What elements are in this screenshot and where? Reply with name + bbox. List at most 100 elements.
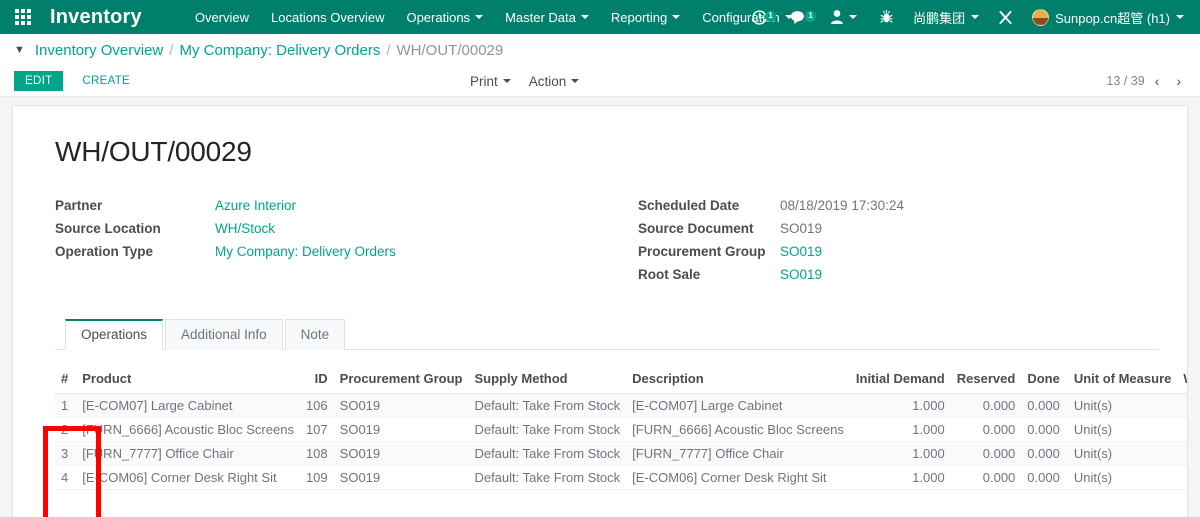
pager-counter[interactable]: 13 / 39 <box>1106 74 1144 88</box>
menu-overview[interactable]: Overview <box>184 2 260 33</box>
edit-button[interactable]: EDIT <box>14 71 63 91</box>
total-spacer <box>1066 490 1178 516</box>
table-row[interactable]: 4 [E-COM06] Corner Desk Right Sit 109 SO… <box>55 466 1188 490</box>
close-shortcut-button[interactable] <box>987 10 1024 25</box>
print-dropdown-label: Print <box>470 74 498 89</box>
company-switcher[interactable]: 尚鹏集团 <box>905 8 987 27</box>
table-row[interactable]: 3 [FURN_7777] Office Chair 108 SO019 Def… <box>55 442 1188 466</box>
table-row[interactable]: 2 [FURN_6666] Acoustic Bloc Screens 107 … <box>55 418 1188 442</box>
tab-note[interactable]: Note <box>285 319 346 350</box>
cell-weight-demand: 0.00 <box>1177 418 1188 442</box>
chevron-down-icon[interactable]: ▼ <box>14 45 25 56</box>
total-spacer <box>300 490 334 516</box>
cell-index: 4 <box>55 466 76 490</box>
col-header-id[interactable]: ID <box>300 368 334 394</box>
create-button[interactable]: CREATE <box>71 71 141 91</box>
col-header-description[interactable]: Description <box>626 368 850 394</box>
tab-operations[interactable]: Operations <box>65 319 163 350</box>
app-brand-title[interactable]: Inventory <box>46 6 152 29</box>
user-icon <box>830 9 844 25</box>
cell-done: 0.000 <box>1021 442 1066 466</box>
col-header-unit-of-measure[interactable]: Unit of Measure <box>1066 368 1178 394</box>
page-title: WH/OUT/00029 <box>55 136 1159 168</box>
tab-note-label: Note <box>301 327 330 342</box>
col-header-procurement-group[interactable]: Procurement Group <box>334 368 469 394</box>
x-icon <box>998 10 1013 25</box>
chevron-left-icon[interactable]: ‹ <box>1148 72 1167 90</box>
field-groups: Partner Azure Interior Source Location W… <box>41 198 1159 290</box>
cell-id: 108 <box>300 442 334 466</box>
col-header-product[interactable]: Product <box>76 368 300 394</box>
field-source-document-value: SO019 <box>780 221 822 236</box>
form-view-background: WH/OUT/00029 Partner Azure Interior Sour… <box>0 97 1200 517</box>
action-dropdown-label: Action <box>529 74 567 89</box>
field-source-location-value[interactable]: WH/Stock <box>215 221 275 236</box>
messages-button[interactable]: 1 <box>779 9 819 26</box>
chevron-right-icon[interactable]: › <box>1169 72 1188 90</box>
cell-product[interactable]: [FURN_7777] Office Chair <box>76 442 300 466</box>
notebook-tabs: Operations Additional Info Note <box>55 318 1159 350</box>
field-partner-label: Partner <box>55 198 215 213</box>
apps-menu-button[interactable] <box>0 0 46 34</box>
col-header-done[interactable]: Done <box>1021 368 1066 394</box>
cell-weight-demand: 0.00 <box>1177 466 1188 490</box>
menu-overview-label: Overview <box>195 10 249 25</box>
field-partner-value[interactable]: Azure Interior <box>215 198 296 213</box>
menu-master-data[interactable]: Master Data <box>494 2 600 33</box>
cell-reserved: 0.000 <box>951 466 1022 490</box>
field-root-sale: Root Sale SO019 <box>638 267 1145 282</box>
total-spacer <box>334 490 469 516</box>
cell-description: [FURN_7777] Office Chair <box>626 442 850 466</box>
cell-product[interactable]: [FURN_6666] Acoustic Bloc Screens <box>76 418 300 442</box>
table-row[interactable]: 1 [E-COM07] Large Cabinet 106 SO019 Defa… <box>55 394 1188 418</box>
field-operation-type: Operation Type My Company: Delivery Orde… <box>55 244 600 259</box>
cell-unit-of-measure: Unit(s) <box>1066 394 1178 418</box>
field-source-document-label: Source Document <box>638 221 780 236</box>
menu-reporting[interactable]: Reporting <box>600 2 691 33</box>
breadcrumb-separator: / <box>386 42 390 59</box>
activities-button[interactable]: 1 <box>740 9 779 26</box>
cell-procurement-group: SO019 <box>334 442 469 466</box>
cell-description: [FURN_6666] Acoustic Bloc Screens <box>626 418 850 442</box>
cell-reserved: 0.000 <box>951 442 1022 466</box>
cell-initial-demand: 1.000 <box>850 418 951 442</box>
breadcrumb-item-delivery-orders[interactable]: My Company: Delivery Orders <box>179 42 380 59</box>
field-procurement-group-value[interactable]: SO019 <box>780 244 822 259</box>
field-scheduled-date: Scheduled Date 08/18/2019 17:30:24 <box>638 198 1145 213</box>
menu-locations-overview-label: Locations Overview <box>271 10 384 25</box>
total-spacer <box>1021 490 1066 516</box>
cell-description: [E-COM06] Corner Desk Right Sit <box>626 466 850 490</box>
company-switcher-label: 尚鹏集团 <box>913 8 965 27</box>
field-operation-type-value[interactable]: My Company: Delivery Orders <box>215 244 396 259</box>
col-header-initial-demand[interactable]: Initial Demand <box>850 368 951 394</box>
col-header-index: # <box>55 368 76 394</box>
action-dropdown[interactable]: Action <box>529 74 580 89</box>
print-dropdown[interactable]: Print <box>470 74 511 89</box>
chevron-down-icon <box>475 15 483 19</box>
col-header-reserved[interactable]: Reserved <box>951 368 1022 394</box>
cell-id: 106 <box>300 394 334 418</box>
cell-product[interactable]: [E-COM06] Corner Desk Right Sit <box>76 466 300 490</box>
breadcrumb-item-inventory-overview[interactable]: Inventory Overview <box>35 42 163 59</box>
breadcrumb-item-current: WH/OUT/00029 <box>397 42 504 59</box>
cell-done: 0.000 <box>1021 394 1066 418</box>
menu-master-data-label: Master Data <box>505 10 576 25</box>
form-sheet: WH/OUT/00029 Partner Azure Interior Sour… <box>12 105 1188 517</box>
debug-mode-button[interactable] <box>868 9 905 25</box>
cell-procurement-group: SO019 <box>334 418 469 442</box>
user-switch-button[interactable] <box>819 9 868 25</box>
chevron-down-icon <box>849 15 857 19</box>
bug-icon <box>879 9 894 25</box>
cell-product[interactable]: [E-COM07] Large Cabinet <box>76 394 300 418</box>
col-header-weight-demand[interactable]: Weight Demand <box>1177 368 1188 394</box>
menu-operations[interactable]: Operations <box>395 2 494 33</box>
menu-operations-label: Operations <box>406 10 470 25</box>
user-menu[interactable]: Sunpop.cn超管 (h1) <box>1024 8 1192 27</box>
field-root-sale-value[interactable]: SO019 <box>780 267 822 282</box>
chevron-down-icon <box>971 15 979 19</box>
cell-weight-demand: 0.33 <box>1177 394 1188 418</box>
col-header-supply-method[interactable]: Supply Method <box>468 368 626 394</box>
tab-additional-info[interactable]: Additional Info <box>165 319 283 350</box>
menu-locations-overview[interactable]: Locations Overview <box>260 2 395 33</box>
table-header: # Product ID Procurement Group Supply Me… <box>55 368 1188 394</box>
